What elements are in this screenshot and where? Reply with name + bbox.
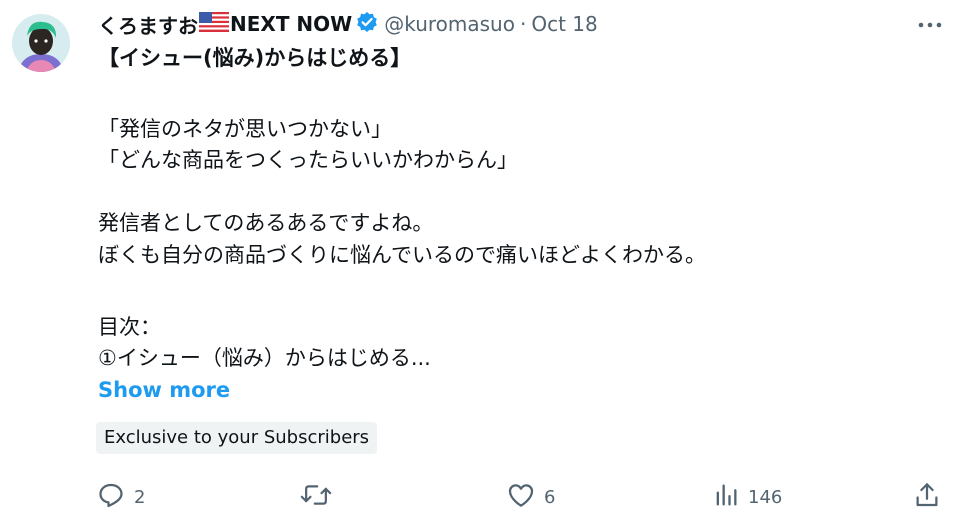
views-icon (712, 480, 740, 514)
share-button[interactable] (912, 480, 942, 514)
tweet-heading: 【イシュー(悩み)からはじめる】 (98, 46, 412, 70)
show-more-link[interactable]: Show more (98, 376, 230, 404)
author-name-suffix[interactable]: NEXT NOW (230, 12, 352, 36)
avatar[interactable] (12, 14, 70, 72)
reply-count: 2 (134, 486, 146, 508)
tweet-text-line: 目次： (98, 315, 161, 339)
like-count: 6 (544, 486, 556, 508)
separator-dot: · (519, 12, 527, 36)
reply-button[interactable]: 2 (96, 480, 145, 514)
verified-badge-icon[interactable] (356, 11, 378, 37)
tweet-header: くろますお NEXT NOW @kuromasuo · Oct 18 (98, 9, 598, 39)
tweet-text-line: 「どんな商品をつくったらいいかわからん」 (98, 148, 518, 172)
exclusive-subscribers-badge: Exclusive to your Subscribers (96, 422, 378, 454)
tweet-text-line: 「発信のネタが思いつかない」 (98, 117, 392, 141)
like-button[interactable]: 6 (506, 480, 555, 514)
tweet-text-line: 発信者としてのあるあるですよね。 (98, 211, 434, 235)
author-name[interactable]: くろますお (98, 10, 198, 39)
author-handle[interactable]: @kuromasuo (384, 12, 515, 36)
tweet-date[interactable]: Oct 18 (531, 12, 597, 36)
like-icon (506, 480, 536, 514)
tweet-text-line: ぼくも自分の商品づくりに悩んでいるので痛いほどよくわかる。 (98, 243, 706, 267)
us-flag-icon (199, 12, 229, 36)
repost-icon (300, 480, 332, 514)
views-button[interactable]: 146 (712, 480, 782, 514)
views-count: 146 (748, 486, 783, 508)
tweet-text-line: ①イシュー（悩み）からはじめる... (98, 346, 431, 370)
more-icon[interactable] (910, 10, 950, 40)
repost-button[interactable] (300, 480, 340, 514)
reply-icon (96, 480, 126, 514)
share-icon (912, 480, 942, 514)
